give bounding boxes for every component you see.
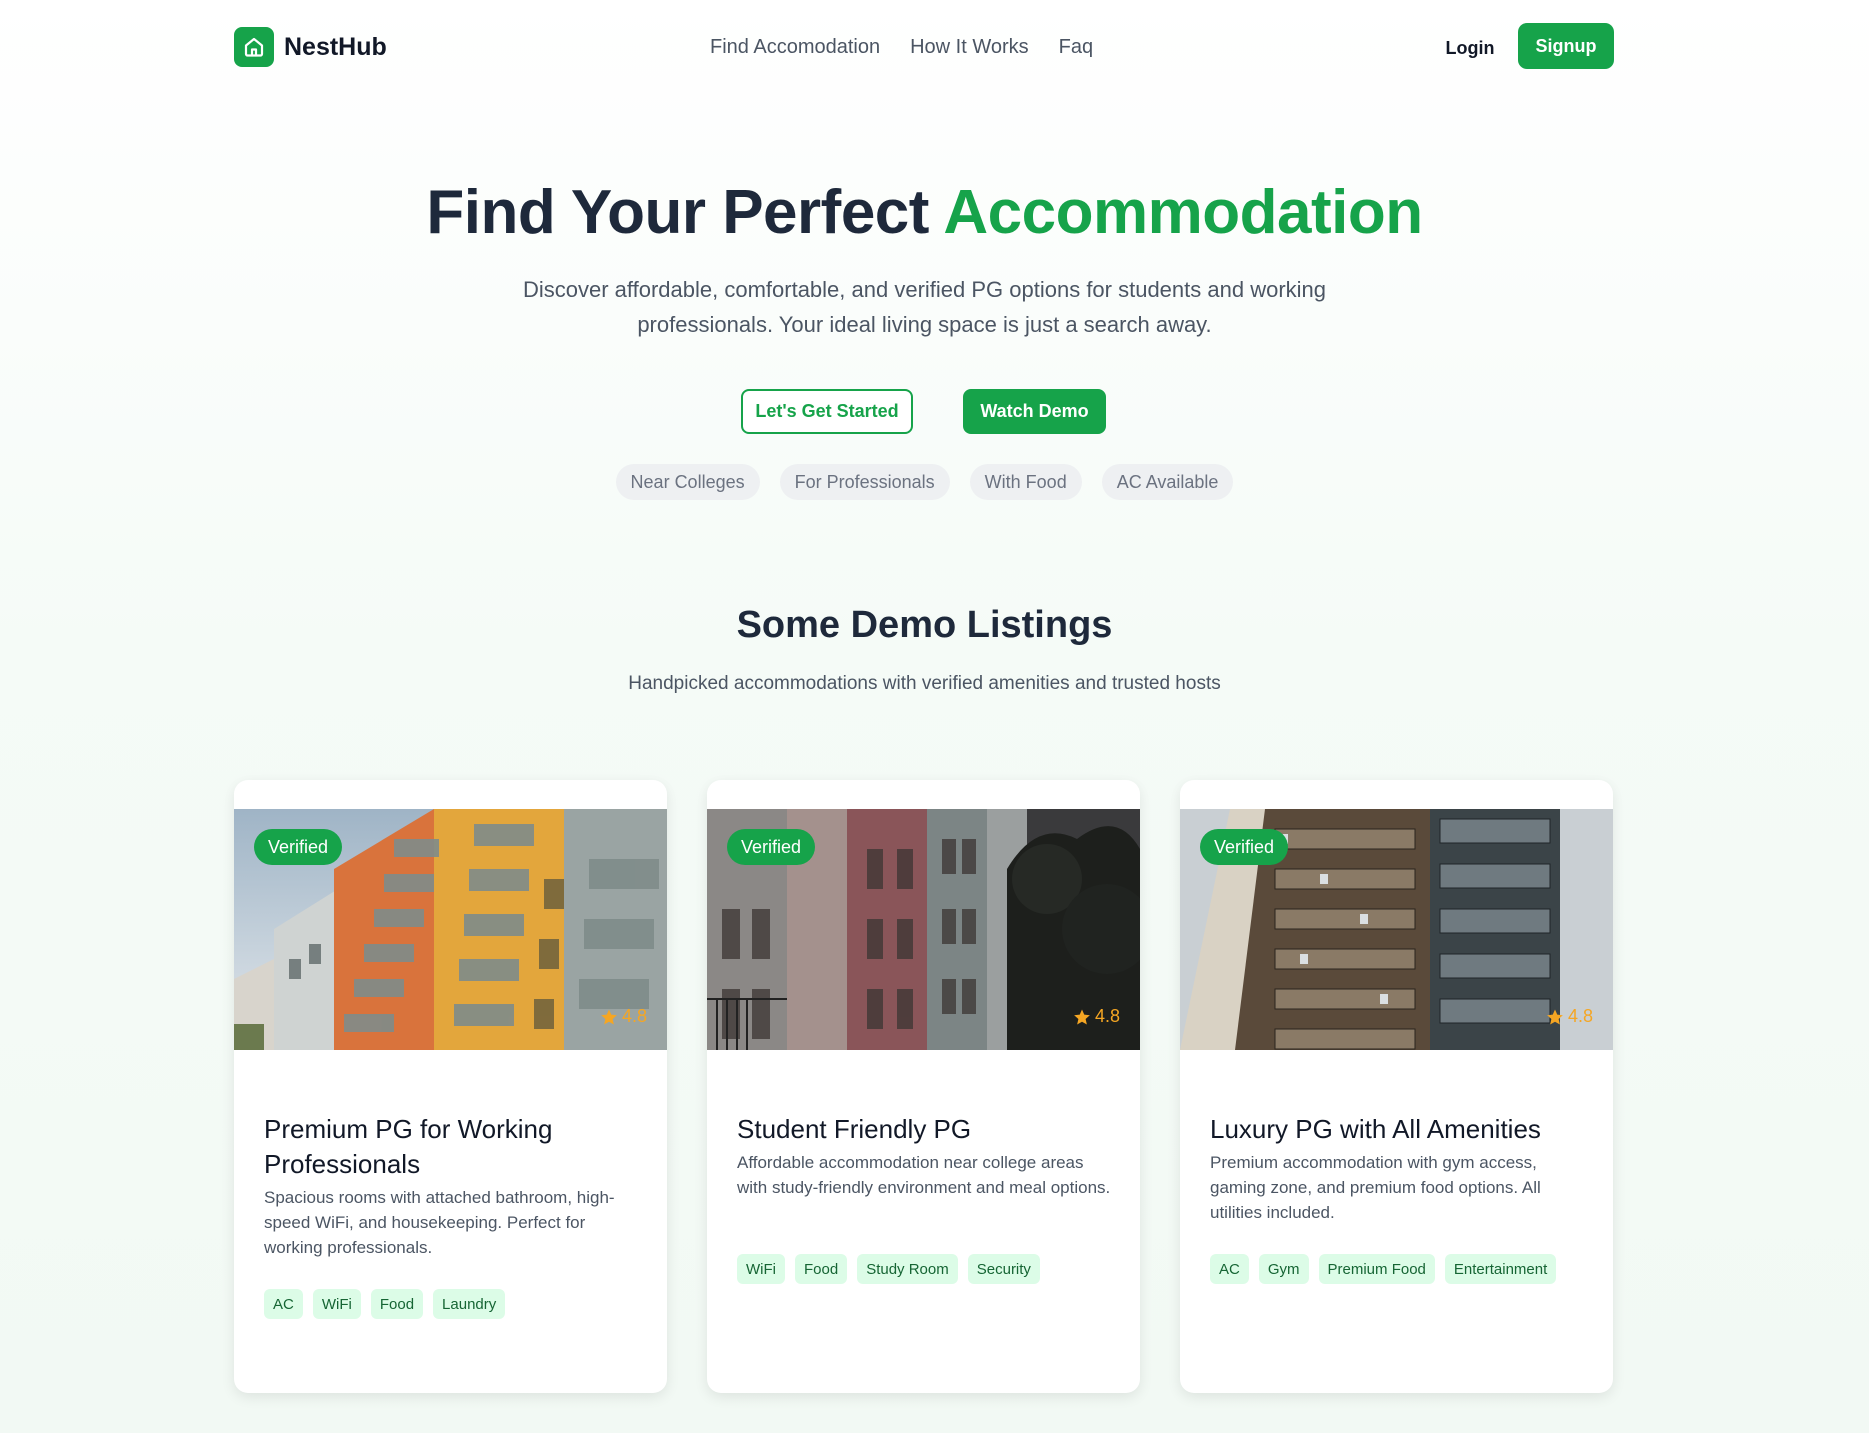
listing-card[interactable]: Verified 4.8 Student Friendly PG Afforda… <box>707 780 1140 1393</box>
filter-with-food[interactable]: With Food <box>969 464 1082 500</box>
amenity-tag: Food <box>795 1254 848 1284</box>
listing-card[interactable]: Verified 4.8 Premium PG for Working Prof… <box>234 780 667 1393</box>
rating: 4.8 <box>1546 1006 1593 1027</box>
listings-subtitle: Handpicked accommodations with verified … <box>628 673 1221 694</box>
amenity-tag: Study Room <box>857 1254 958 1284</box>
nav-faq[interactable]: Faq <box>1059 36 1093 59</box>
listing-description: Premium accommodation with gym access, g… <box>1210 1153 1541 1222</box>
hero-title-main: Find Your Perfect <box>426 178 944 247</box>
amenity-tags: AC Gym Premium Food Entertainment <box>1210 1254 1557 1284</box>
verified-badge: Verified <box>254 829 343 865</box>
hero-subtitle: Discover affordable, comfortable, and ve… <box>522 277 1327 337</box>
filter-ac-available[interactable]: AC Available <box>1101 464 1234 500</box>
hero-title: Find Your Perfect Accommodation <box>0 177 1849 248</box>
rating: 4.8 <box>600 1006 647 1027</box>
hero-title-accent: Accommodation <box>943 178 1423 247</box>
nav-how-it-works[interactable]: How It Works <box>910 36 1029 59</box>
amenity-tag: WiFi <box>737 1254 785 1284</box>
house-icon <box>234 27 274 67</box>
amenity-tag: Laundry <box>433 1289 506 1319</box>
amenity-tag: Food <box>370 1289 424 1319</box>
nav-find-accomodation[interactable]: Find Accomodation <box>710 36 880 59</box>
filter-for-professionals[interactable]: For Professionals <box>779 464 950 500</box>
filter-near-colleges[interactable]: Near Colleges <box>615 464 760 500</box>
amenity-tag: Gym <box>1258 1254 1309 1284</box>
amenity-tag: AC <box>264 1289 303 1319</box>
verified-badge: Verified <box>727 829 816 865</box>
listing-description: Affordable accommodation near college ar… <box>737 1153 1111 1197</box>
amenity-tag: Premium Food <box>1318 1254 1435 1284</box>
rating-value: 4.8 <box>1094 1006 1120 1026</box>
amenity-tag: Entertainment <box>1444 1254 1557 1284</box>
brand-logo[interactable]: NestHub <box>234 27 387 67</box>
login-button[interactable]: Login <box>1420 26 1520 70</box>
amenity-tags: AC WiFi Food Laundry <box>264 1289 506 1319</box>
rating-value: 4.8 <box>1567 1006 1593 1026</box>
listing-title[interactable]: Luxury PG with All Amenities <box>1210 1112 1590 1147</box>
quick-filters: Near Colleges For Professionals With Foo… <box>0 464 1849 500</box>
amenity-tag: WiFi <box>312 1289 361 1319</box>
main-nav: Find Accomodation How It Works Faq <box>710 36 1093 59</box>
listing-title[interactable]: Student Friendly PG <box>737 1112 1117 1147</box>
get-started-button[interactable]: Let's Get Started <box>741 389 913 434</box>
listing-card[interactable]: Verified 4.8 Luxury PG with All Amenitie… <box>1180 780 1613 1393</box>
star-icon <box>601 1009 617 1024</box>
signup-button[interactable]: Signup <box>1518 23 1614 69</box>
verified-badge: Verified <box>1200 829 1289 865</box>
star-icon <box>1074 1009 1090 1024</box>
amenity-tag: Security <box>967 1254 1040 1284</box>
watch-demo-button[interactable]: Watch Demo <box>963 389 1106 434</box>
site-header: NestHub Find Accomodation How It Works F… <box>0 0 1869 96</box>
star-icon <box>1547 1009 1563 1024</box>
rating-value: 4.8 <box>621 1006 647 1026</box>
rating: 4.8 <box>1073 1006 1120 1027</box>
brand-name: NestHub <box>284 32 387 61</box>
listings-title: Some Demo Listings <box>736 604 1113 646</box>
listing-description: Spacious rooms with attached bathroom, h… <box>264 1188 615 1257</box>
amenity-tags: WiFi Food Study Room Security <box>737 1254 1040 1284</box>
amenity-tag: AC <box>1210 1254 1249 1284</box>
listing-title[interactable]: Premium PG for Working Professionals <box>264 1112 644 1182</box>
